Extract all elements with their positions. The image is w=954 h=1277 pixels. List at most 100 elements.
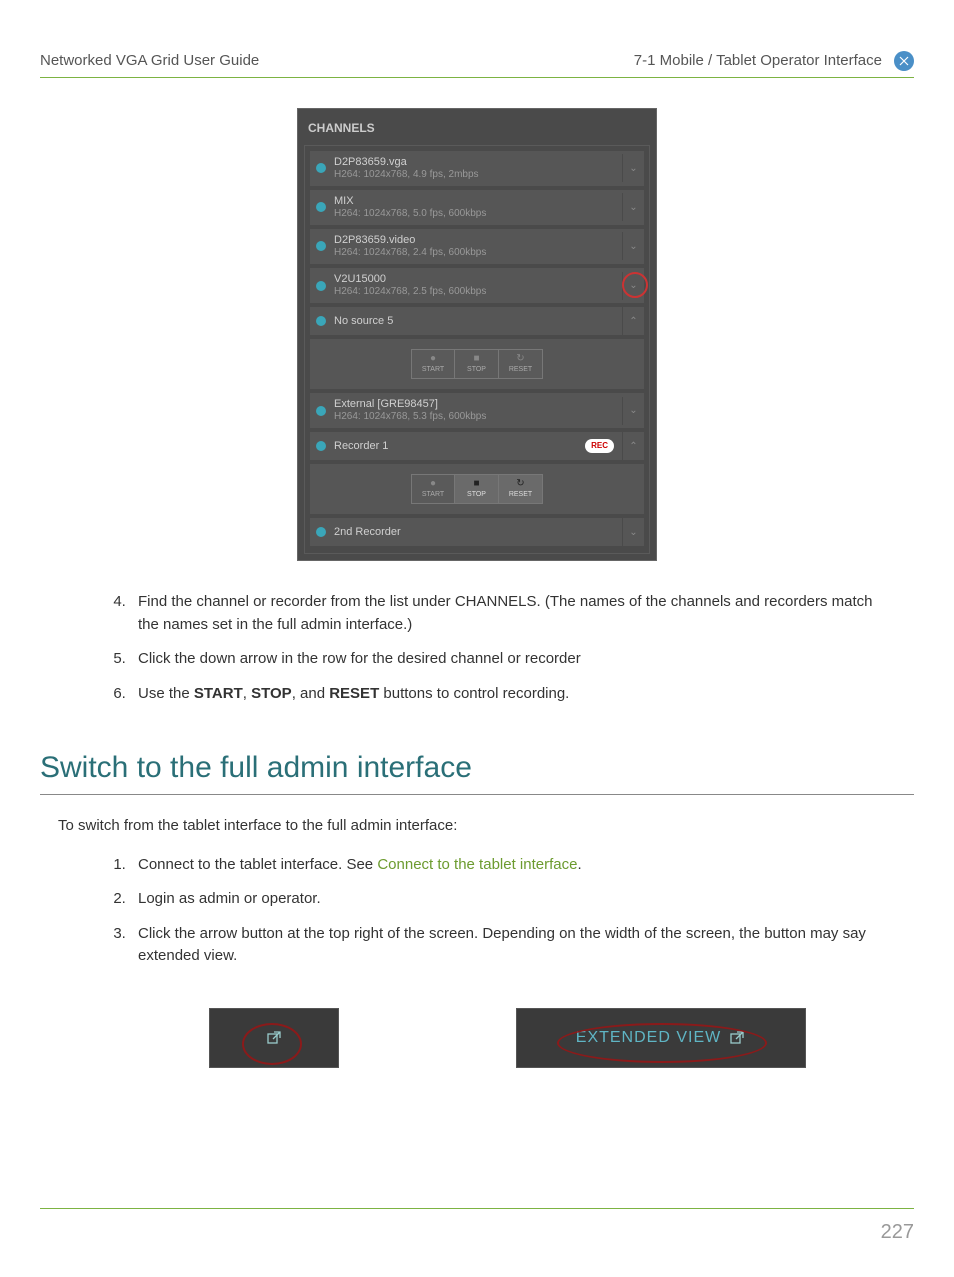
recording-controls: ●START ■STOP ↻RESET <box>309 463 645 515</box>
step-4: Find the channel or recorder from the li… <box>130 591 874 636</box>
btn-label: RESET <box>509 490 532 501</box>
channel-text: External [GRE98457] H264: 1024x768, 5.3 … <box>334 398 618 423</box>
t: START <box>194 685 243 702</box>
btn-label: STOP <box>467 490 486 501</box>
t: buttons to control recording. <box>379 685 569 702</box>
channel-text: V2U15000 H264: 1024x768, 2.5 fps, 600kbp… <box>334 273 618 298</box>
btn-label: RESET <box>509 365 532 376</box>
page-footer: 227 <box>40 1208 914 1247</box>
channel-name: External [GRE98457] <box>334 398 618 411</box>
channel-spec: H264: 1024x768, 2.5 fps, 600kbps <box>334 286 618 298</box>
instruction-list-1: Find the channel or recorder from the li… <box>130 591 874 705</box>
t: RESET <box>329 685 379 702</box>
chevron-down-icon[interactable]: ⌄ <box>622 232 644 260</box>
screenshot-container: CHANNELS D2P83659.vga H264: 1024x768, 4.… <box>40 108 914 562</box>
stop-button[interactable]: ■STOP <box>455 474 499 504</box>
channel-spec: H264: 1024x768, 4.9 fps, 2mbps <box>334 169 618 181</box>
channel-name: MIX <box>334 195 618 208</box>
list-item[interactable]: D2P83659.video H264: 1024x768, 2.4 fps, … <box>309 228 645 265</box>
channel-name: 2nd Recorder <box>334 526 618 539</box>
channel-name: D2P83659.video <box>334 234 618 247</box>
channel-spec: H264: 1024x768, 5.3 fps, 600kbps <box>334 411 618 423</box>
channel-spec: H264: 1024x768, 5.0 fps, 600kbps <box>334 208 618 220</box>
stop-button[interactable]: ■STOP <box>455 349 499 379</box>
list-item[interactable]: MIX H264: 1024x768, 5.0 fps, 600kbps ⌄ <box>309 189 645 226</box>
t: Connect to the tablet interface. See <box>138 856 377 873</box>
t: . <box>577 856 581 873</box>
channel-text: D2P83659.video H264: 1024x768, 2.4 fps, … <box>334 234 618 259</box>
t: Use the <box>138 685 194 702</box>
step-2: Login as admin or operator. <box>130 888 874 911</box>
connect-link[interactable]: Connect to the tablet interface <box>377 856 577 873</box>
channel-name: Recorder 1 <box>334 440 585 453</box>
t: , <box>243 685 251 702</box>
list-item[interactable]: D2P83659.vga H264: 1024x768, 4.9 fps, 2m… <box>309 150 645 187</box>
channel-list: D2P83659.vga H264: 1024x768, 4.9 fps, 2m… <box>304 145 650 555</box>
reset-button[interactable]: ↻RESET <box>499 474 543 504</box>
start-button[interactable]: ●START <box>411 474 455 504</box>
btn-label: START <box>422 490 444 501</box>
highlight-annotation <box>557 1023 767 1063</box>
tools-icon <box>894 51 914 71</box>
status-dot-icon <box>316 202 326 212</box>
example-buttons-row: EXTENDED VIEW <box>140 1008 874 1068</box>
highlight-annotation <box>622 272 648 298</box>
start-button[interactable]: ●START <box>411 349 455 379</box>
status-dot-icon <box>316 316 326 326</box>
extended-view-button-small[interactable] <box>209 1008 339 1068</box>
list-item[interactable]: Recorder 1 REC ⌃ <box>309 431 645 461</box>
btn-label: STOP <box>467 365 486 376</box>
channels-panel: CHANNELS D2P83659.vga H264: 1024x768, 4.… <box>297 108 657 562</box>
chevron-down-icon[interactable]: ⌄ <box>622 397 644 425</box>
chevron-down-icon[interactable]: ⌄ <box>622 193 644 221</box>
list-item[interactable]: 2nd Recorder ⌄ <box>309 517 645 547</box>
chevron-down-icon[interactable]: ⌄ <box>622 272 644 300</box>
step-3: Click the arrow button at the top right … <box>130 923 874 968</box>
channel-spec: H264: 1024x768, 2.4 fps, 600kbps <box>334 247 618 259</box>
status-dot-icon <box>316 241 326 251</box>
stop-icon: ■ <box>473 479 479 489</box>
status-dot-icon <box>316 527 326 537</box>
step-6: Use the START, STOP, and RESET buttons t… <box>130 683 874 706</box>
channel-name: D2P83659.vga <box>334 156 618 169</box>
status-dot-icon <box>316 281 326 291</box>
chevron-down-icon[interactable]: ⌄ <box>622 154 644 182</box>
section-heading: Switch to the full admin interface <box>40 745 914 795</box>
header-left: Networked VGA Grid User Guide <box>40 50 259 73</box>
channel-text: 2nd Recorder <box>334 526 618 539</box>
channel-name: V2U15000 <box>334 273 618 286</box>
rec-badge: REC <box>585 439 614 453</box>
t: , and <box>292 685 330 702</box>
extended-view-button-large[interactable]: EXTENDED VIEW <box>516 1008 806 1068</box>
record-icon: ● <box>430 354 436 364</box>
status-dot-icon <box>316 163 326 173</box>
reset-button[interactable]: ↻RESET <box>499 349 543 379</box>
list-item[interactable]: V2U15000 H264: 1024x768, 2.5 fps, 600kbp… <box>309 267 645 304</box>
channel-text: Recorder 1 <box>334 440 585 453</box>
header-right: 7-1 Mobile / Tablet Operator Interface <box>634 50 882 73</box>
instruction-list-2: Connect to the tablet interface. See Con… <box>130 854 874 968</box>
header-right-wrap: 7-1 Mobile / Tablet Operator Interface <box>634 50 914 73</box>
chevron-up-icon[interactable]: ⌃ <box>622 307 644 335</box>
recording-controls: ●START ■STOP ↻RESET <box>309 338 645 390</box>
reset-icon: ↻ <box>516 479 524 489</box>
channel-text: No source 5 <box>334 315 618 328</box>
status-dot-icon <box>316 406 326 416</box>
stop-icon: ■ <box>473 354 479 364</box>
section-intro: To switch from the tablet interface to t… <box>58 815 914 838</box>
step-5: Click the down arrow in the row for the … <box>130 648 874 671</box>
chevron-down-icon[interactable]: ⌄ <box>622 518 644 546</box>
step-1: Connect to the tablet interface. See Con… <box>130 854 874 877</box>
list-item[interactable]: External [GRE98457] H264: 1024x768, 5.3 … <box>309 392 645 429</box>
t: STOP <box>251 685 292 702</box>
panel-title: CHANNELS <box>304 115 650 145</box>
reset-icon: ↻ <box>516 354 524 364</box>
channel-name: No source 5 <box>334 315 618 328</box>
status-dot-icon <box>316 441 326 451</box>
chevron-up-icon[interactable]: ⌃ <box>622 432 644 460</box>
channel-text: MIX H264: 1024x768, 5.0 fps, 600kbps <box>334 195 618 220</box>
highlight-annotation <box>242 1023 302 1065</box>
btn-label: START <box>422 365 444 376</box>
page-header: Networked VGA Grid User Guide 7-1 Mobile… <box>40 50 914 78</box>
list-item[interactable]: No source 5 ⌃ <box>309 306 645 336</box>
